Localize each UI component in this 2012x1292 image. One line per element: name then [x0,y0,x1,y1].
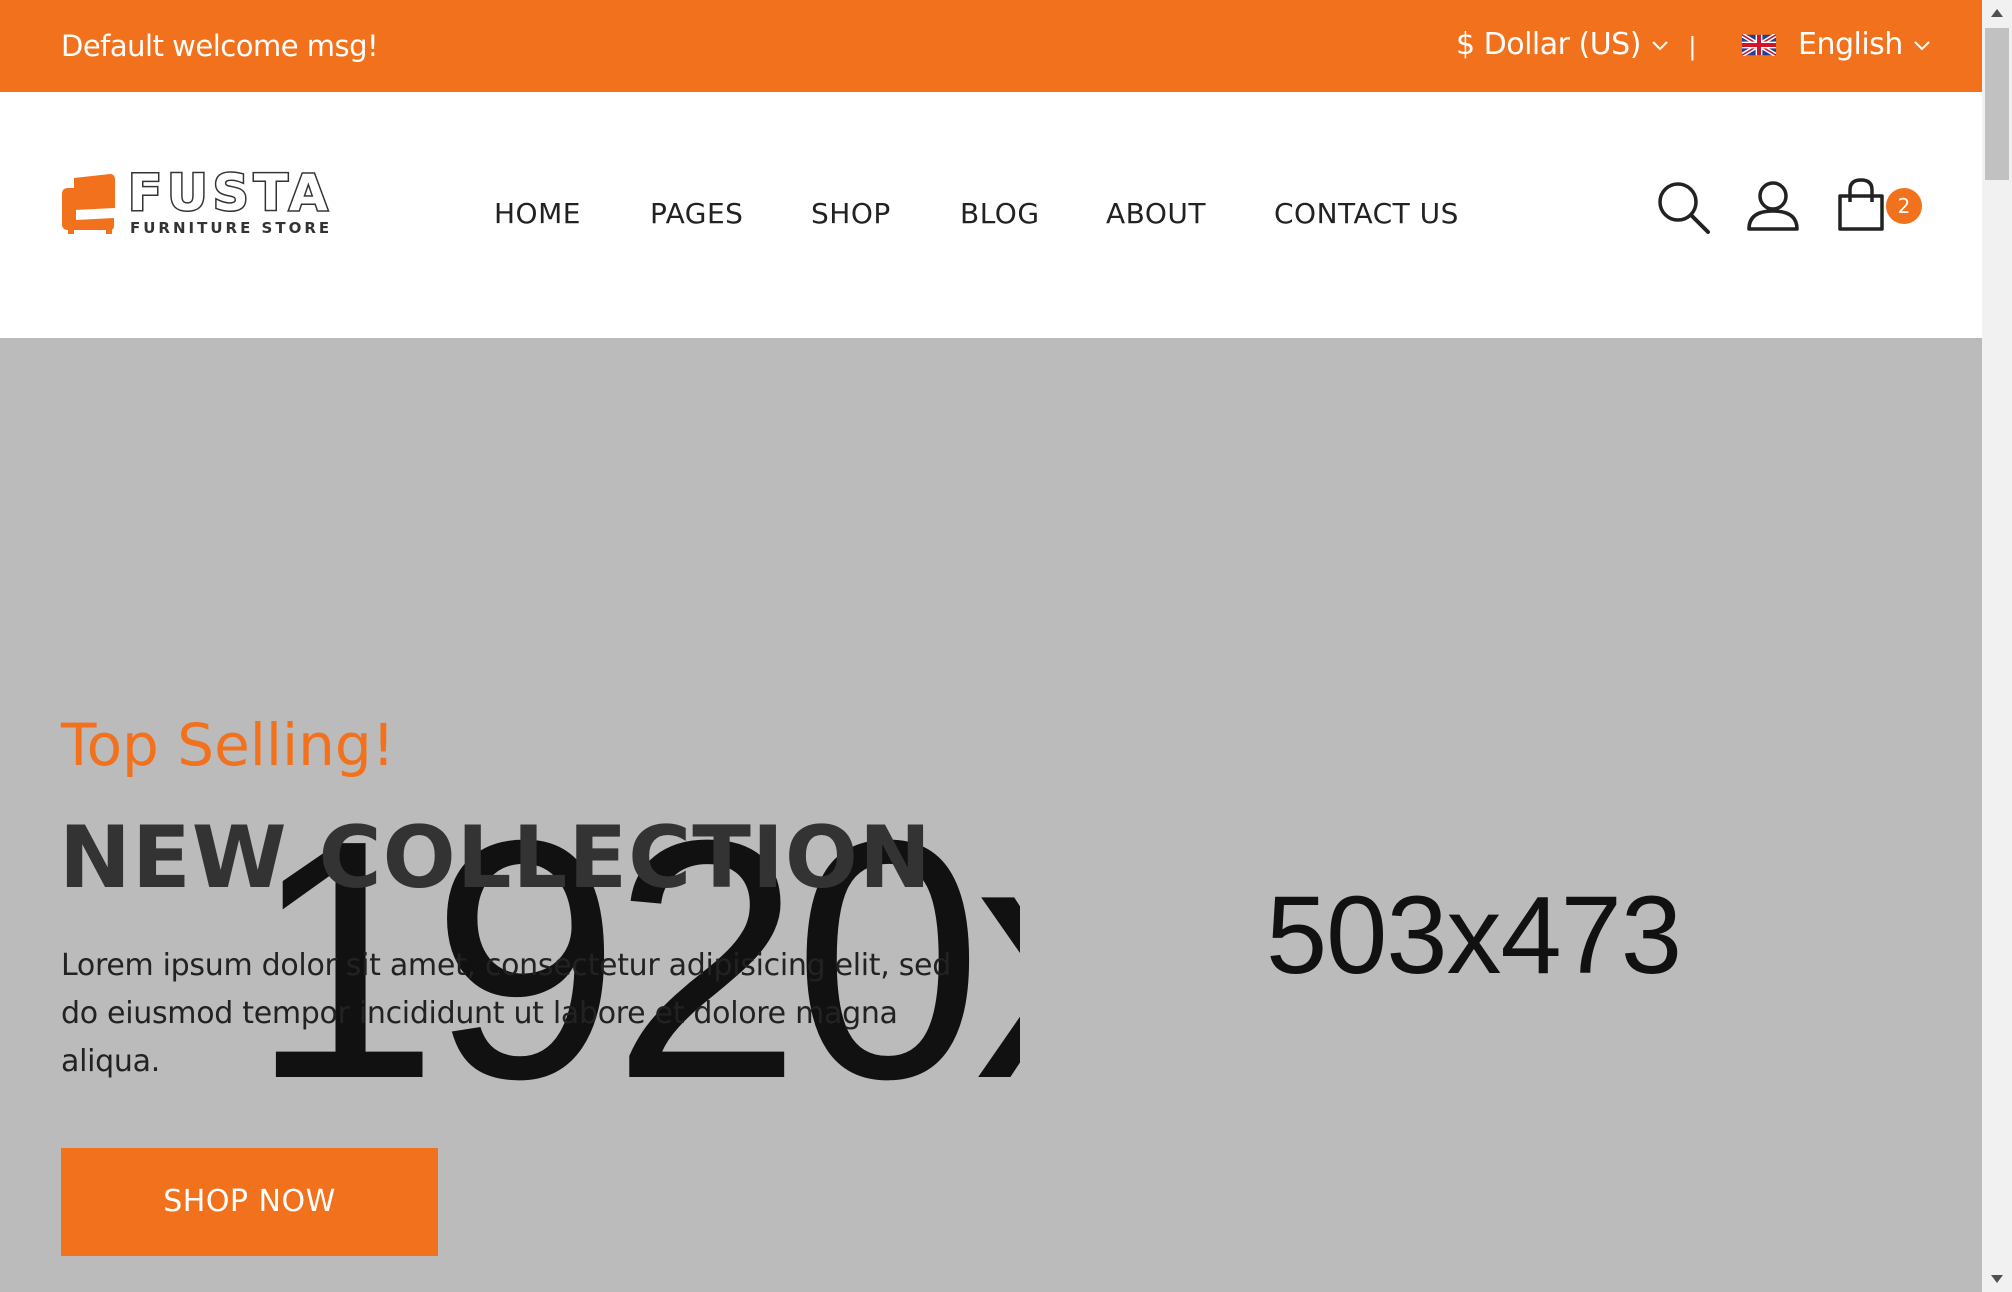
hero-description: Lorem ipsum dolor sit amet, consectetur … [61,948,951,1079]
chevron-down-icon [1914,41,1930,51]
scroll-up-arrow-icon[interactable] [1982,0,2012,26]
hero-product-image: 503x473 [1021,514,1926,1292]
search-icon[interactable] [1656,180,1712,236]
page: Default welcome msg! $ Dollar (US) | Eng… [0,0,2012,1292]
nav-item-contact-us[interactable]: CONTACT US [1274,196,1459,232]
page-scrollbar[interactable] [1982,0,2012,1292]
image-placeholder-label: 503x473 [1265,874,1682,997]
language-selector[interactable]: English [1742,26,1933,64]
topbar-separator: | [1689,31,1696,61]
scroll-down-arrow-icon[interactable] [1982,1266,2012,1292]
nav-item-blog[interactable]: BLOG [960,196,1040,232]
cart-icon[interactable] [1836,178,1886,232]
welcome-message: Default welcome msg! [61,29,379,63]
shop-now-button[interactable]: SHOP NOW [61,1148,438,1256]
top-bar: Default welcome msg! $ Dollar (US) | Eng… [0,0,1982,92]
sofa-logo-icon [62,174,115,234]
hero-slider: 1920x 503x473 Top Selling! NEW COLLECTIO… [0,338,1982,1292]
currency-label: $ Dollar (US) [1456,27,1641,62]
nav-item-pages[interactable]: PAGES [650,196,743,232]
uk-flag-icon [1742,34,1776,56]
cart-count-badge: 2 [1886,188,1922,224]
site-logo[interactable]: FUSTA FURNITURE STORE [60,165,329,238]
currency-selector[interactable]: $ Dollar (US) [1456,26,1671,64]
nav-item-home[interactable]: HOME [494,196,581,232]
hero-title: NEW COLLECTION [59,808,932,908]
logo-tagline: FURNITURE STORE [130,219,333,237]
logo-text: FUSTA [127,164,333,222]
nav-item-about[interactable]: ABOUT [1106,196,1206,232]
scroll-thumb[interactable] [1985,28,2009,180]
nav-item-shop[interactable]: SHOP [811,196,891,232]
language-label: English [1798,27,1903,62]
chevron-down-icon [1652,41,1668,51]
hero-subtitle: Top Selling! [61,711,395,779]
user-icon[interactable] [1746,178,1800,232]
